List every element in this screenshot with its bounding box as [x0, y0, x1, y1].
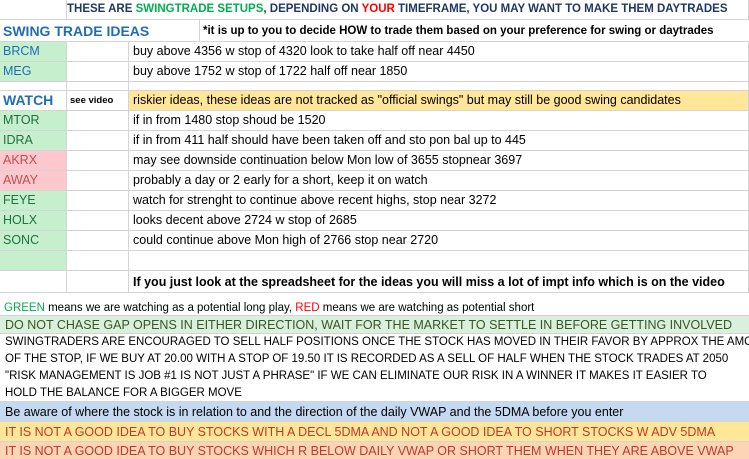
empty-cell: [67, 131, 129, 150]
note-text: IT IS NOT A GOOD IDEA TO BUY STOCKS WHIC…: [5, 444, 734, 458]
note-row: Be aware of where the stock is in relati…: [0, 402, 749, 422]
empty-cell: [67, 251, 129, 270]
idea-text: looks decent above 2724 w stop of 2685: [129, 211, 749, 230]
watch-section-title: WATCH: [0, 91, 67, 110]
empty-cell: [67, 42, 129, 61]
ticker-cell: MTOR: [0, 111, 67, 130]
note-text: HOLD THE BALANCE FOR A BIGGER MOVE: [5, 387, 242, 399]
table-row: BRCM buy above 4356 w stop of 4320 look …: [0, 42, 749, 62]
empty-cell: [67, 271, 129, 292]
ticker-cell: MEG: [0, 62, 67, 81]
empty-cell: [129, 251, 749, 270]
spacer-row: [0, 293, 749, 300]
table-row: AWAY probably a day or 2 early for a sho…: [0, 171, 749, 191]
empty-cell: [0, 251, 67, 270]
note-text: Be aware of where the stock is in relati…: [5, 405, 624, 419]
ticker-cell: HOLX: [0, 211, 67, 230]
spacer-row: [0, 82, 749, 91]
video-note-row: If you just look at the spreadsheet for …: [0, 271, 749, 293]
swing-title-row: SWING TRADE IDEAS *it is up to you to de…: [0, 20, 749, 42]
header-row: THESE ARE SWINGTRADE SETUPS, DEPENDING O…: [0, 0, 749, 20]
table-row: SONC could continue above Mon high of 27…: [0, 231, 749, 251]
ticker-cell: AWAY: [0, 171, 67, 190]
legend-text: GREEN means we are watching as a potenti…: [4, 302, 535, 314]
idea-text: may see downside continuation below Mon …: [129, 151, 749, 170]
empty-cell: [67, 62, 129, 81]
idea-text: buy above 4356 w stop of 4320 look to ta…: [129, 42, 749, 61]
spacer-row: [0, 251, 749, 271]
idea-text: if in from 411 half should have been tak…: [129, 131, 749, 150]
swing-section-note: *it is up to you to decide HOW to trade …: [203, 25, 714, 37]
table-row: IDRA if in from 411 half should have bee…: [0, 131, 749, 151]
header-empty-cell: [0, 0, 67, 19]
empty-cell: [67, 211, 129, 230]
watch-title-row: WATCH see video riskier ideas, these ide…: [0, 91, 749, 111]
ticker-cell: AKRX: [0, 151, 67, 170]
swing-section-title: SWING TRADE IDEAS: [0, 20, 200, 41]
empty-cell: [67, 111, 129, 130]
empty-cell: [67, 171, 129, 190]
table-row: FEYE watch for strenght to continue abov…: [0, 191, 749, 211]
table-row: MTOR if in from 1480 stop shoud be 1520: [0, 111, 749, 131]
note-text: OF THE STOP, IF WE BUY AT 20.00 WITH A S…: [5, 353, 729, 365]
empty-cell: [129, 82, 749, 90]
ticker-cell: SONC: [0, 231, 67, 250]
legend-row: GREEN means we are watching as a potenti…: [0, 300, 749, 316]
header-title: THESE ARE SWINGTRADE SETUPS, DEPENDING O…: [67, 0, 749, 19]
empty-cell: [67, 82, 129, 90]
idea-text: watch for strenght to continue above rec…: [129, 191, 749, 210]
table-row: MEG buy above 1752 w stop of 1722 half o…: [0, 62, 749, 82]
table-row: HOLX looks decent above 2724 w stop of 2…: [0, 211, 749, 231]
empty-cell: [0, 82, 67, 90]
empty-cell: [67, 231, 129, 250]
note-text: SWINGTRADERS ARE ENCOURAGED TO SELL HALF…: [5, 336, 749, 348]
idea-text: buy above 1752 w stop of 1722 half off n…: [129, 62, 749, 81]
table-row: AKRX may see downside continuation below…: [0, 151, 749, 171]
video-note: If you just look at the spreadsheet for …: [129, 271, 749, 292]
empty-cell: [67, 191, 129, 210]
ticker-cell: BRCM: [0, 42, 67, 61]
note-row: OF THE STOP, IF WE BUY AT 20.00 WITH A S…: [0, 351, 749, 368]
idea-text: if in from 1480 stop shoud be 1520: [129, 111, 749, 130]
note-text: DO NOT CHASE GAP OPENS IN EITHER DIRECTI…: [5, 318, 732, 332]
watch-intro: riskier ideas, these ideas are not track…: [129, 91, 749, 110]
note-row: HOLD THE BALANCE FOR A BIGGER MOVE: [0, 385, 749, 402]
idea-text: could continue above Mon high of 2766 st…: [129, 231, 749, 250]
note-row: SWINGTRADERS ARE ENCOURAGED TO SELL HALF…: [0, 334, 749, 351]
ticker-cell: FEYE: [0, 191, 67, 210]
note-text: IT IS NOT A GOOD IDEA TO BUY STOCKS WITH…: [5, 425, 716, 439]
empty-cell: [67, 151, 129, 170]
see-video-label: see video: [67, 91, 129, 110]
ticker-cell: IDRA: [0, 131, 67, 150]
note-row: "RISK MANAGEMENT IS JOB #1 IS NOT JUST A…: [0, 368, 749, 385]
note-row: DO NOT CHASE GAP OPENS IN EITHER DIRECTI…: [0, 316, 749, 334]
idea-text: probably a day or 2 early for a short, k…: [129, 171, 749, 190]
note-row: IT IS NOT A GOOD IDEA TO BUY STOCKS WITH…: [0, 422, 749, 442]
note-text: "RISK MANAGEMENT IS JOB #1 IS NOT JUST A…: [5, 370, 707, 382]
empty-cell: [0, 271, 67, 292]
note-row: IT IS NOT A GOOD IDEA TO BUY STOCKS WHIC…: [0, 442, 749, 459]
